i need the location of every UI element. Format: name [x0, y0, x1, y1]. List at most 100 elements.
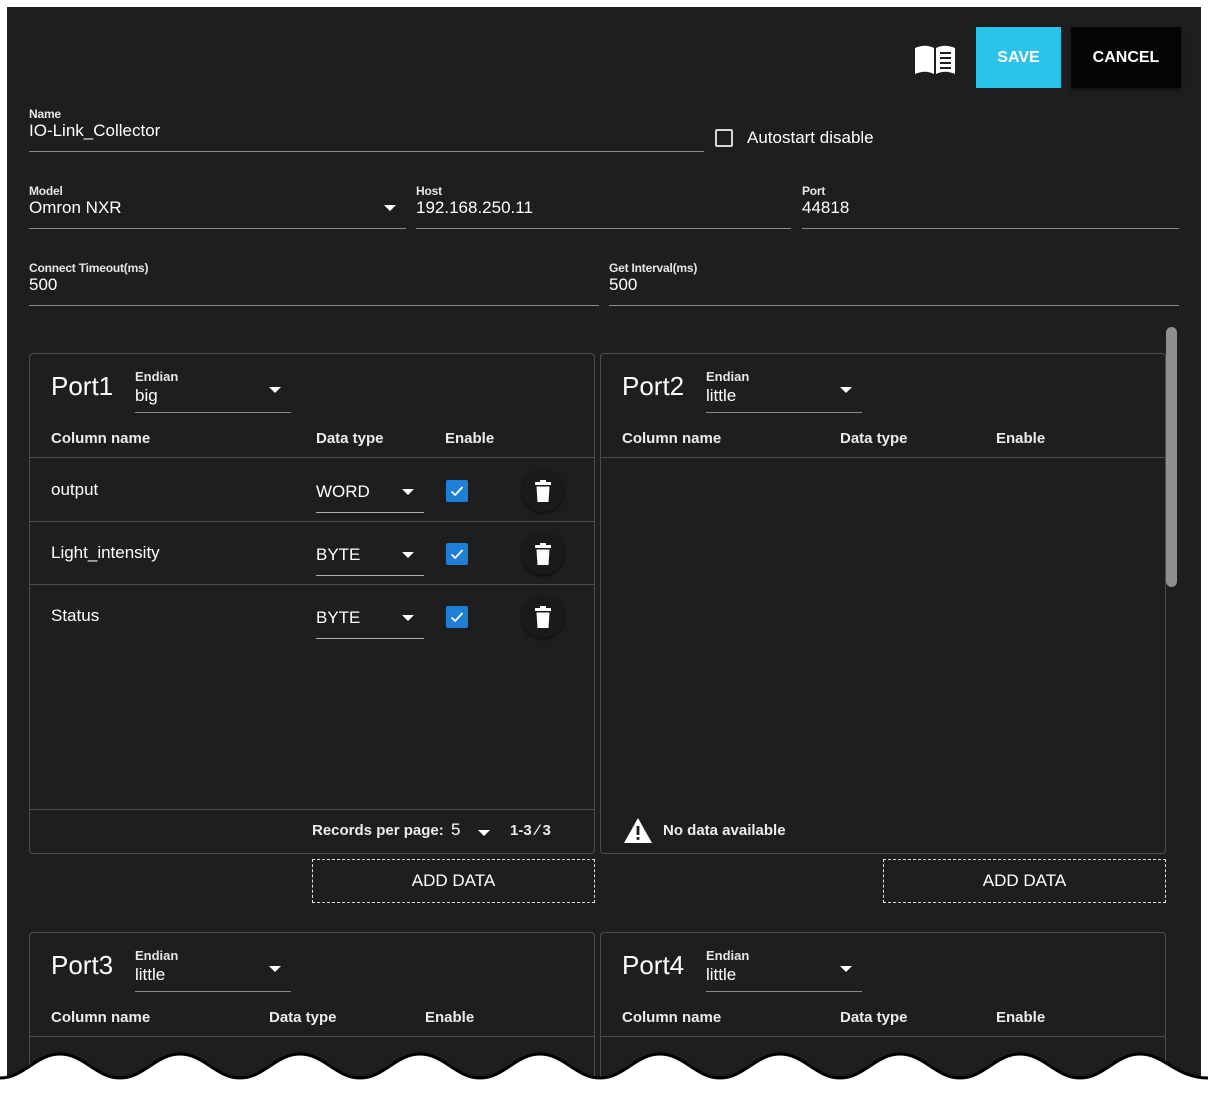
chevron-down-icon	[269, 387, 281, 393]
footer-divider	[30, 809, 594, 810]
row-column-name: Light_intensity	[51, 543, 160, 562]
data-type-header: Data type	[316, 430, 384, 447]
enable-header: Enable	[996, 430, 1046, 447]
data-type-value: BYTE	[316, 608, 361, 627]
endian-value: little	[706, 386, 737, 405]
no-data-message: No data available	[623, 817, 786, 844]
chevron-down-icon	[402, 552, 414, 558]
endian-label: Endian	[706, 369, 750, 384]
delete-row-button[interactable]	[522, 596, 564, 638]
model-label: Model	[29, 184, 63, 198]
chevron-down-icon	[840, 387, 852, 393]
no-data-text: No data available	[663, 822, 786, 839]
port-value: 44818	[802, 198, 850, 217]
autostart-label: Autostart disable	[747, 128, 874, 147]
endian-label: Endian	[135, 948, 179, 963]
column-name-header: Column name	[51, 430, 151, 447]
table-row: Status BYTE	[30, 584, 594, 647]
host-label: Host	[416, 184, 442, 198]
port-label: Port	[802, 184, 826, 198]
table-row: Light_intensity BYTE	[30, 521, 594, 585]
endian-value: big	[135, 386, 158, 405]
enable-checkbox[interactable]	[446, 543, 468, 565]
port4-title: Port4	[622, 950, 685, 980]
data-type-select[interactable]: WORD	[316, 468, 424, 513]
port-field[interactable]: Port 44818	[802, 184, 1179, 229]
torn-edge	[0, 1052, 1208, 1093]
chevron-down-icon	[402, 615, 414, 621]
get-interval-value: 500	[609, 275, 638, 294]
data-type-header: Data type	[840, 1009, 908, 1026]
enable-header: Enable	[996, 1009, 1046, 1026]
check-icon	[450, 549, 464, 560]
chevron-down-icon	[269, 966, 281, 972]
collector-settings-dialog: SAVE CANCEL Name IO-Link_Collector Autos…	[7, 7, 1201, 1093]
data-type-select[interactable]: BYTE	[316, 594, 424, 639]
data-type-header: Data type	[840, 430, 908, 447]
trash-icon	[535, 543, 551, 565]
trash-icon	[535, 480, 551, 502]
chevron-down-icon	[402, 489, 414, 495]
column-name-header: Column name	[622, 430, 722, 447]
check-icon	[450, 612, 464, 623]
data-type-header: Data type	[269, 1009, 337, 1026]
get-interval-label: Get Interval(ms)	[609, 261, 698, 275]
model-value: Omron NXR	[29, 198, 122, 217]
data-type-select[interactable]: BYTE	[316, 531, 424, 576]
autostart-disable-checkbox[interactable]: Autostart disable	[715, 126, 874, 150]
connect-timeout-label: Connect Timeout(ms)	[29, 261, 149, 275]
port1-endian-select[interactable]: Endian big	[135, 368, 291, 413]
row-column-name: output	[51, 480, 99, 499]
enable-header: Enable	[425, 1009, 475, 1026]
name-label: Name	[29, 107, 61, 121]
port3-title: Port3	[51, 950, 114, 980]
model-select[interactable]: Model Omron NXR	[29, 184, 406, 229]
port1-card: Port1 Endian big Column name Data type E…	[29, 353, 595, 854]
column-name-header: Column name	[622, 1009, 722, 1026]
name-value: IO-Link_Collector	[29, 121, 161, 140]
name-field[interactable]: Name IO-Link_Collector	[29, 107, 704, 152]
port3-endian-select[interactable]: Endian little	[135, 947, 291, 992]
host-value: 192.168.250.11	[416, 198, 533, 217]
port2-card: Port2 Endian little Column name Data typ…	[600, 353, 1166, 854]
chevron-down-icon[interactable]	[478, 830, 490, 836]
data-type-value: WORD	[316, 482, 370, 501]
port4-endian-select[interactable]: Endian little	[706, 947, 862, 992]
table-row: output WORD	[30, 458, 594, 522]
cancel-button[interactable]: CANCEL	[1071, 27, 1181, 88]
scrollbar-thumb[interactable]	[1166, 327, 1177, 587]
connect-timeout-value: 500	[29, 275, 58, 294]
chevron-down-icon	[840, 966, 852, 972]
pagination-range: 1-3 ∕ 3	[510, 822, 551, 839]
check-icon	[450, 486, 464, 497]
enable-header: Enable	[445, 430, 495, 447]
header-divider	[601, 457, 1165, 458]
chevron-down-icon	[384, 205, 396, 211]
port2-title: Port2	[622, 371, 685, 401]
endian-value: little	[706, 965, 737, 984]
data-type-value: BYTE	[316, 545, 361, 564]
port2-endian-select[interactable]: Endian little	[706, 368, 862, 413]
port1-title: Port1	[51, 371, 114, 401]
delete-row-button[interactable]	[522, 470, 564, 512]
port2-add-data-button[interactable]: ADD DATA	[883, 859, 1166, 903]
row-column-name: Status	[51, 606, 100, 625]
connect-timeout-field[interactable]: Connect Timeout(ms) 500	[29, 261, 599, 306]
enable-checkbox[interactable]	[446, 480, 468, 502]
endian-label: Endian	[135, 369, 179, 384]
port1-add-data-button[interactable]: ADD DATA	[312, 859, 595, 903]
host-field[interactable]: Host 192.168.250.11	[416, 184, 791, 229]
checkbox-box[interactable]	[715, 129, 733, 147]
trash-icon	[535, 606, 551, 628]
enable-checkbox[interactable]	[446, 606, 468, 628]
records-per-page-label: Records per page:	[312, 822, 444, 839]
get-interval-field[interactable]: Get Interval(ms) 500	[609, 261, 1179, 306]
save-button[interactable]: SAVE	[976, 27, 1061, 88]
endian-label: Endian	[706, 948, 750, 963]
book-icon[interactable]	[913, 43, 957, 77]
endian-value: little	[135, 965, 166, 984]
delete-row-button[interactable]	[522, 533, 564, 575]
column-name-header: Column name	[51, 1009, 151, 1026]
warning-icon	[624, 818, 652, 843]
records-per-page-select[interactable]: 5	[451, 820, 460, 840]
